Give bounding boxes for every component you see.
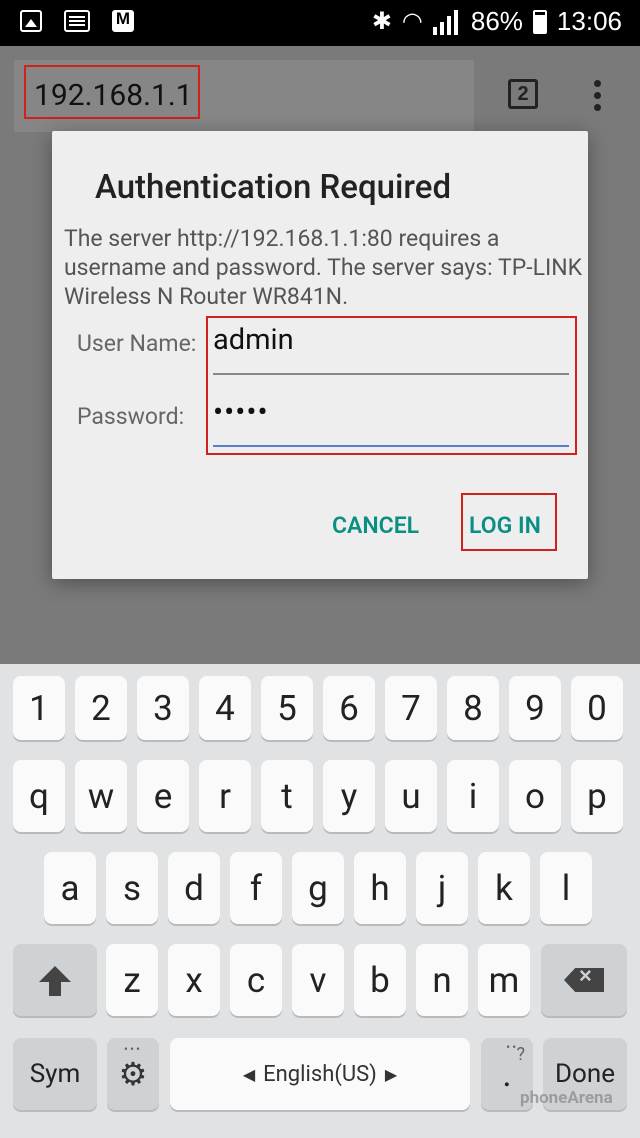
key-l[interactable]: l	[540, 852, 592, 924]
key-d[interactable]: d	[168, 852, 220, 924]
spacebar-key[interactable]: ◀ English(US) ▶	[170, 1038, 470, 1110]
period-label: .	[502, 1053, 512, 1095]
backspace-key[interactable]: ×	[541, 944, 627, 1016]
key-b[interactable]: b	[354, 944, 406, 1016]
key-g[interactable]: g	[292, 852, 344, 924]
bluetooth-icon: ✱	[371, 8, 392, 35]
period-hint: ?	[516, 1044, 525, 1065]
key-4[interactable]: 4	[199, 676, 251, 740]
key-n[interactable]: n	[416, 944, 468, 1016]
key-q[interactable]: q	[13, 760, 65, 832]
key-c[interactable]: c	[230, 944, 282, 1016]
key-o[interactable]: o	[509, 760, 561, 832]
key-p[interactable]: p	[571, 760, 623, 832]
key-3[interactable]: 3	[137, 676, 189, 740]
soft-keyboard: 1 2 3 4 5 6 7 8 9 0 q w e r t y u i o p …	[0, 664, 640, 1138]
key-f[interactable]: f	[230, 852, 282, 924]
cancel-button[interactable]: CANCEL	[332, 512, 419, 539]
status-bar: M ✱ ◠ 86% 13:06	[0, 0, 640, 46]
key-j[interactable]: j	[416, 852, 468, 924]
key-7[interactable]: 7	[385, 676, 437, 740]
tab-switcher-button[interactable]: 2	[508, 79, 538, 109]
language-right-icon: ▶	[384, 1064, 398, 1084]
key-k[interactable]: k	[478, 852, 530, 924]
key-5[interactable]: 5	[261, 676, 313, 740]
overflow-menu-icon[interactable]	[594, 80, 602, 116]
key-t[interactable]: t	[261, 760, 313, 832]
key-9[interactable]: 9	[509, 676, 561, 740]
signal-icon	[432, 9, 461, 35]
battery-icon	[532, 9, 547, 34]
gear-icon: ⚙	[118, 1055, 148, 1093]
key-v[interactable]: v	[292, 944, 344, 1016]
key-0[interactable]: 0	[571, 676, 623, 740]
key-u[interactable]: u	[385, 760, 437, 832]
key-m[interactable]: m	[478, 944, 530, 1016]
key-6[interactable]: 6	[323, 676, 375, 740]
key-2[interactable]: 2	[75, 676, 127, 740]
key-i[interactable]: i	[447, 760, 499, 832]
dialog-title: Authentication Required	[95, 168, 452, 207]
key-8[interactable]: 8	[447, 676, 499, 740]
watermark: phoneArena	[520, 1088, 613, 1108]
key-h[interactable]: h	[354, 852, 406, 924]
dialog-message: The server http://192.168.1.1:80 require…	[64, 225, 583, 310]
language-left-icon: ◀	[242, 1064, 256, 1084]
wifi-icon: ◠	[401, 8, 423, 35]
key-x[interactable]: x	[168, 944, 220, 1016]
settings-key[interactable]: ••• ⚙	[107, 1038, 159, 1110]
key-1[interactable]: 1	[13, 676, 65, 740]
username-label: User Name:	[77, 330, 197, 357]
key-w[interactable]: w	[75, 760, 127, 832]
key-e[interactable]: e	[137, 760, 189, 832]
fields-highlight-box	[206, 316, 577, 455]
url-text[interactable]: 192.168.1.1	[34, 78, 193, 113]
password-label: Password:	[77, 403, 185, 430]
done-label: Done	[554, 1059, 616, 1089]
spacebar-language-label: English(US)	[263, 1061, 377, 1087]
shift-icon	[39, 966, 71, 996]
sym-key[interactable]: Sym	[13, 1038, 97, 1110]
backspace-icon: ×	[564, 968, 604, 992]
gmail-icon: M	[112, 9, 134, 32]
key-a[interactable]: a	[44, 852, 96, 924]
shift-key[interactable]	[13, 944, 97, 1016]
key-y[interactable]: y	[323, 760, 375, 832]
key-r[interactable]: r	[199, 760, 251, 832]
login-button[interactable]: LOG IN	[469, 512, 541, 539]
clock: 13:06	[556, 6, 622, 36]
key-z[interactable]: z	[106, 944, 158, 1016]
image-icon	[20, 10, 42, 32]
auth-dialog: Authentication Required The server http:…	[52, 131, 588, 579]
battery-percent: 86%	[470, 6, 523, 36]
key-s[interactable]: s	[106, 852, 158, 924]
keyboard-icon	[64, 10, 90, 32]
